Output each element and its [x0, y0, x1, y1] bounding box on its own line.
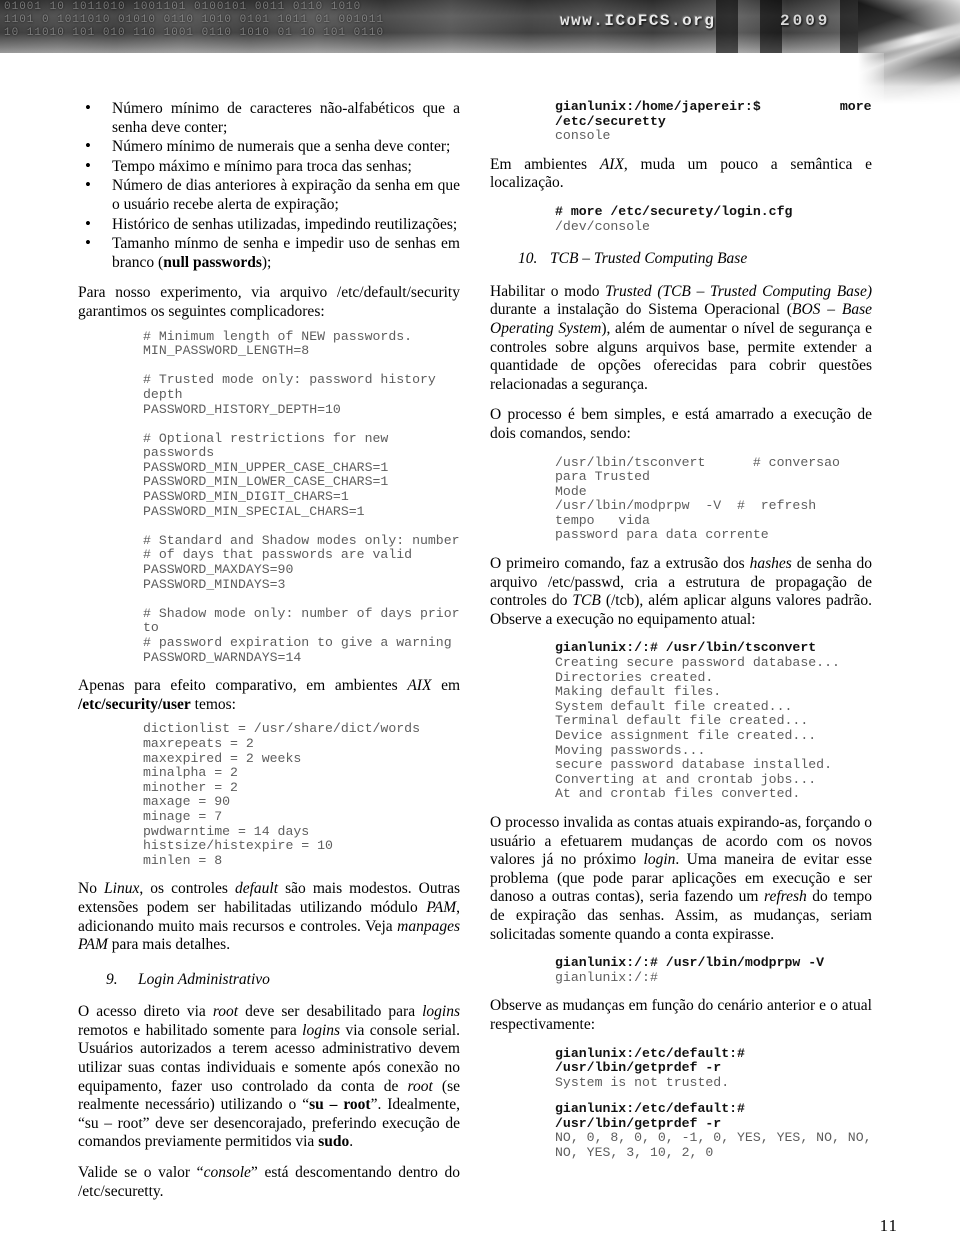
terminal-output-getprdef-after: NO, 0, 8, 0, 0, -1, 0, YES, YES, NO, NO,… [555, 1130, 872, 1161]
para-root-i2: logins [422, 1003, 460, 1021]
para-aix-mid: em [431, 677, 461, 695]
terminal-command-getprdef-after: gianlunix:/etc/default:# /usr/lbin/getpr… [490, 1102, 872, 1131]
command-text: gianlunix:/home/japereir:$ more /etc/sec… [555, 99, 872, 129]
para-primeiro-i1: hashes [749, 555, 792, 573]
para-root-1: O acesso direto via [78, 1003, 213, 1021]
para-linux-i3: PAM [426, 898, 457, 916]
code-block-etc-default-security: # Minimum length of NEW passwords. MIN_P… [143, 328, 460, 665]
para-linux-5: para mais detalhes. [107, 936, 231, 954]
section-title-9: Login Administrativo [138, 970, 270, 988]
banner-photo-left-fade [858, 53, 884, 104]
para-primeiro-i2: TCB [572, 592, 601, 610]
paragraph-processo-simples: O processo é bem simples, e está amarrad… [490, 406, 872, 442]
left-column: Número mínimo de caracteres não-alfabéti… [78, 99, 460, 1213]
section-number-10: 10. [518, 250, 538, 268]
terminal-output-getprdef-before: System is not trusted. [555, 1074, 730, 1090]
terminal-output-logincfg: /dev/console [555, 218, 650, 234]
banner-photo-accent [858, 0, 960, 104]
list-item: Tempo máximo e mínimo para troca das sen… [85, 157, 460, 177]
section-title-10: TCB – Trusted Computing Base [550, 250, 748, 268]
terminal-command-tsconvert: gianlunix:/:# /usr/lbin/tsconvert [490, 641, 872, 656]
para-valide-1: Valide se o valor “ [78, 1164, 204, 1182]
terminal-output-tsconvert: Creating secure password database... Dir… [555, 655, 840, 802]
paragraph-primeiro-comando: O primeiro comando, faz a extrusão dos h… [490, 555, 872, 629]
page-header-banner: 01001 10 1011010 1001101 0100101 0011 01… [0, 0, 960, 53]
password-policy-bullet-list: Número mínimo de caracteres não-alfabéti… [78, 99, 460, 272]
paragraph-invalida-contas: O processo invalida as contas atuais exp… [490, 814, 872, 944]
paragraph-root-access: O acesso direto via root deve ser desabi… [78, 1003, 460, 1152]
list-item: Tamanho mínmo de senha e impedir uso de … [85, 234, 460, 272]
para-primeiro-1: O primeiro comando, faz a extrusão dos [490, 555, 750, 573]
command-text: gianlunix:/etc/default:# /usr/lbin/getpr… [555, 1101, 745, 1131]
page-number: 11 [879, 1216, 898, 1235]
para-root-b2: sudo [318, 1133, 350, 1151]
year-text: 2009 [780, 12, 831, 30]
command-text: gianlunix:/:# /usr/lbin/modprpw -V [555, 955, 825, 971]
terminal-output-modprpw: gianlunix:/:# [555, 969, 658, 985]
code-block-two-commands: /usr/lbin/tsconvert # conversao para Tru… [555, 454, 840, 543]
para-linux-i1: Linux [104, 880, 140, 898]
paragraph-observe-mudancas: Observe as mudanças em função do cenário… [490, 997, 872, 1033]
para-root-i4: root [407, 1077, 433, 1095]
paragraph-linux-pam: No Linux, os controles default são mais … [78, 880, 460, 954]
para-aix-italic: AIX [407, 677, 432, 695]
banner-dark-bar-2 [760, 0, 782, 53]
para-root-2: deve ser desabilitado para [238, 1003, 423, 1021]
para-root-3: remotos e habilitado somente para [78, 1021, 303, 1039]
para-root-b1: su – root [309, 1096, 371, 1114]
para-invalida-i1: login [643, 851, 676, 869]
para-aix-prefix: Apenas para efeito comparativo, em ambie… [78, 677, 408, 695]
command-text: gianlunix:/:# /usr/lbin/tsconvert [555, 640, 817, 656]
para-aix-suffix: temos: [190, 695, 236, 713]
section-heading-10: 10. TCB – Trusted Computing Base [490, 250, 872, 269]
paragraph-experimento: Para nosso experimento, via arquivo /etc… [78, 284, 460, 320]
terminal-output-securetty: console [555, 128, 611, 144]
document-page: 01001 10 1011010 1001101 0100101 0011 01… [0, 0, 960, 1254]
command-text: gianlunix:/etc/default:# /usr/lbin/getpr… [555, 1045, 745, 1076]
command-text: # more /etc/securety/login.cfg [555, 203, 793, 219]
banner-dark-bar-1 [716, 0, 738, 53]
para-linux-i2: default [234, 880, 279, 898]
terminal-command-logincfg: # more /etc/securety/login.cfg [490, 203, 872, 220]
paragraph-aix-semantica: Em ambientes AIX, muda um pouco a semânt… [490, 156, 872, 193]
para-tcb-i1: Trusted (TCB – Trusted Computing Base) [605, 282, 872, 300]
para-root-7: . [349, 1133, 354, 1151]
list-item-text-suffix: ); [261, 253, 272, 271]
code-block-etc-security-user: dictionlist = /usr/share/dict/words maxr… [143, 721, 420, 868]
terminal-command-securetty: gianlunix:/home/japereir:$ more /etc/sec… [490, 99, 872, 129]
para-root-i1: root [212, 1003, 239, 1021]
list-item-text-bold: null passwords [163, 253, 262, 271]
para-linux-1: No [78, 880, 105, 898]
paragraph-tcb-intro: Habilitar o modo Trusted (TCB – Trusted … [490, 283, 872, 395]
list-item: Histórico de senhas utilizadas, impedind… [85, 215, 460, 235]
right-column: gianlunix:/home/japereir:$ more /etc/sec… [490, 99, 872, 1173]
section-number-9: 9. [106, 970, 118, 988]
para-tcb-1: Habilitar o modo [490, 282, 606, 300]
terminal-command-modprpw: gianlunix:/:# /usr/lbin/modprpw -V [490, 955, 872, 971]
para-invalida-i2: refresh [763, 888, 807, 906]
paragraph-aix-comparativo: Apenas para efeito comparativo, em ambie… [78, 677, 460, 714]
para-aix-bold-path: /etc/security/user [78, 695, 191, 713]
para-linux-2: , os controles [139, 880, 235, 898]
section-heading-9: 9. Login Administrativo [78, 971, 460, 990]
para-valide-i1: console [203, 1164, 251, 1182]
paragraph-valide-console: Valide se o valor “console” está descome… [78, 1164, 460, 1201]
terminal-command-getprdef-before: gianlunix:/etc/default:# /usr/lbin/getpr… [490, 1045, 872, 1076]
list-item: Número mínimo de caracteres não-alfabéti… [85, 99, 460, 137]
site-url-text: www.ICoFCS.org [560, 12, 716, 30]
list-item: Número mínimo de numerais que a senha de… [85, 137, 460, 157]
list-item: Número de dias anteriores à expiração da… [85, 176, 460, 214]
para-root-i3: logins [302, 1021, 341, 1039]
para-aix-i1: AIX [599, 155, 624, 173]
para-tcb-2: durante a instalação do Sistema Operacio… [490, 301, 792, 319]
para-aix-1: Em ambientes [490, 155, 600, 173]
